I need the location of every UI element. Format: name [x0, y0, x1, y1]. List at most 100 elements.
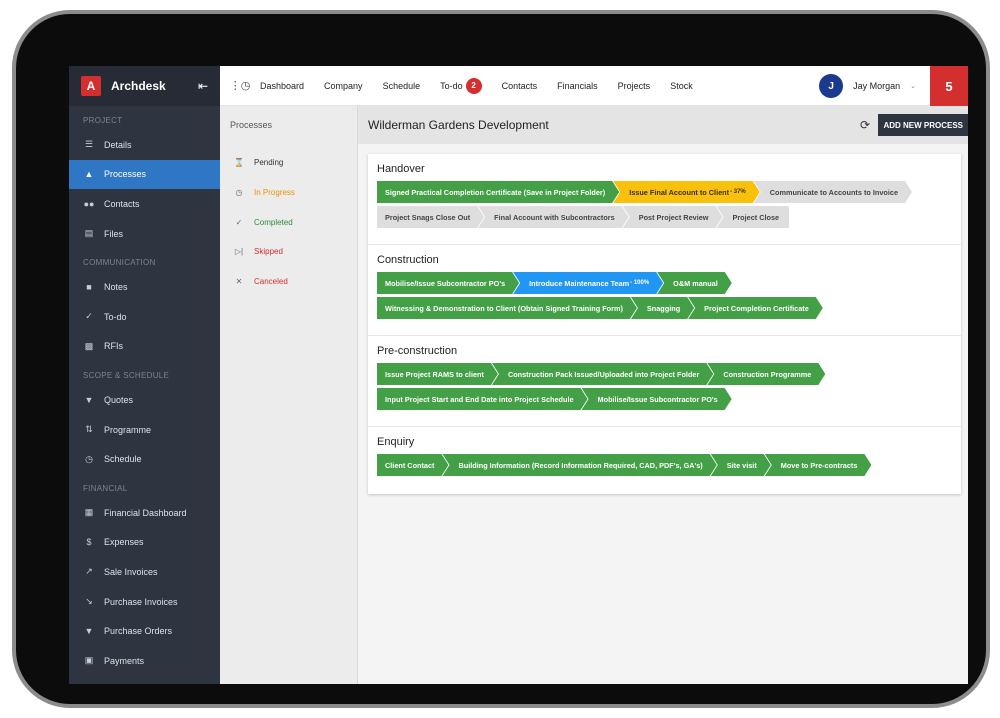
sidebar-item-label: Purchase Invoices: [104, 596, 178, 607]
sidebar-item-quotes[interactable]: ▼ Quotes: [69, 385, 220, 415]
sidebar-item-label: Contacts: [104, 198, 140, 209]
topnav-financials[interactable]: Financials: [557, 81, 598, 91]
process-step-label: Communicate to Accounts to Invoice: [769, 187, 899, 197]
sidebar-item-notes[interactable]: ■ Notes: [69, 272, 220, 302]
brand-name: Archdesk: [111, 79, 166, 93]
process-step[interactable]: Client Contact: [377, 454, 448, 476]
topnav-dashboard[interactable]: Dashboard: [260, 81, 304, 91]
stage-title: Pre-construction: [377, 345, 458, 357]
process-step[interactable]: Input Project Start and End Date into Pr…: [377, 388, 588, 410]
process-step[interactable]: Issue Project RAMS to client: [377, 363, 498, 385]
topnav-todo[interactable]: To-do 2: [440, 77, 482, 94]
process-step[interactable]: Final Account with Subcontractors: [478, 206, 629, 228]
sidebar-item-programme[interactable]: ⇅ Programme: [69, 415, 220, 445]
sidebar-item-files[interactable]: ▤ Files: [69, 219, 220, 249]
process-step[interactable]: Site visit: [711, 454, 771, 476]
process-step[interactable]: Project Snags Close Out: [377, 206, 484, 228]
process-stage: Construction Mobilise/Issue Subcontractor…: [368, 245, 961, 336]
filter-canceled[interactable]: ✕ Canceled: [220, 267, 357, 297]
sidebar-item-financial-dashboard[interactable]: ▦ Financial Dashboard: [69, 498, 220, 528]
page-title: Wilderman Gardens Development: [368, 118, 549, 132]
refresh-icon[interactable]: ⟳: [860, 118, 870, 132]
check-icon: ✓: [85, 311, 93, 322]
stage-title: Construction: [377, 254, 439, 266]
process-step[interactable]: Post Project Review: [623, 206, 723, 228]
process-stage: Pre-construction Issue Project RAMS to cl…: [368, 336, 961, 427]
avatar: J: [819, 74, 844, 98]
sidebar-item-label: Details: [104, 139, 132, 150]
money-icon: ▣: [84, 655, 94, 666]
device-frame: A Archdesk ⇤ PROJECT ☰ Details ▲ Process…: [12, 10, 990, 708]
process-step-row: Client Contact Building Information (Reco…: [377, 454, 952, 476]
main-area: ⋮◷ Dashboard Company Schedule To-do 2 Co…: [220, 66, 968, 684]
process-step-label: Mobilise/Issue Subcontractor PO's: [385, 278, 506, 288]
add-new-process-button[interactable]: ADD NEW PROCESS: [878, 114, 968, 136]
user-menu[interactable]: J Jay Morgan ⌄: [819, 74, 916, 98]
trending-down-icon: ↘: [85, 596, 93, 607]
process-step[interactable]: Project Completion Certificate: [688, 297, 823, 319]
skip-icon: ▷|: [234, 247, 244, 257]
sidebar-item-processes[interactable]: ▲ Processes: [69, 159, 220, 190]
process-step[interactable]: Mobilise/Issue Subcontractor PO's: [377, 272, 519, 294]
brand-bar: A Archdesk ⇤: [69, 66, 220, 106]
filter-label: Completed: [254, 217, 293, 227]
process-step[interactable]: Introduce Maintenance Team - 100%: [513, 272, 663, 294]
clock-icon: ◷: [85, 453, 93, 464]
sidebar-item-purchase-invoices[interactable]: ↘ Purchase Invoices: [69, 587, 220, 617]
sidebar-item-rfis[interactable]: ▩ RFIs: [69, 332, 220, 362]
process-step[interactable]: Signed Practical Completion Certificate …: [377, 181, 619, 203]
process-step[interactable]: Mobilise/Issue Subcontractor PO's: [582, 388, 732, 410]
top-navigation: ⋮◷ Dashboard Company Schedule To-do 2 Co…: [220, 66, 968, 106]
history-icon[interactable]: ⋮◷: [220, 79, 260, 92]
process-step[interactable]: Communicate to Accounts to Invoice: [754, 181, 912, 203]
topnav-stock[interactable]: Stock: [670, 81, 693, 91]
sidebar-item-details[interactable]: ☰ Details: [69, 130, 220, 160]
sidebar-item-label: Financial Dashboard: [104, 507, 187, 518]
user-name: Jay Morgan: [853, 81, 901, 91]
gantt-icon: ⇅: [85, 424, 93, 435]
process-step-label: Final Account with Subcontractors: [494, 212, 615, 222]
sidebar-item-label: RFIs: [104, 341, 123, 352]
hierarchy-icon: ▲: [84, 169, 94, 180]
topnav-schedule[interactable]: Schedule: [383, 81, 421, 91]
app-screen: A Archdesk ⇤ PROJECT ☰ Details ▲ Process…: [69, 66, 968, 684]
section-label-project: PROJECT: [83, 116, 123, 125]
people-icon: ●●: [83, 198, 95, 209]
sidebar-item-purchase-orders[interactable]: ▼ Purchase Orders: [69, 616, 220, 646]
process-detail: Wilderman Gardens Development ⟳ ADD NEW …: [358, 106, 968, 684]
filter-pending[interactable]: ⌛ Pending: [220, 148, 357, 178]
sidebar-item-contacts[interactable]: ●● Contacts: [69, 189, 220, 219]
sidebar-item-expenses[interactable]: $ Expenses: [69, 528, 220, 558]
list-icon: ☰: [84, 139, 94, 150]
filter-in-progress[interactable]: ◷ In Progress: [220, 178, 357, 208]
process-step[interactable]: Project Close: [716, 206, 790, 228]
sidebar-item-label: Processes: [104, 169, 147, 180]
sidebar-item-payments[interactable]: ▣ Payments: [69, 646, 220, 676]
process-step-label: Post Project Review: [638, 212, 709, 222]
topnav-projects[interactable]: Projects: [618, 81, 651, 91]
topnav-company[interactable]: Company: [324, 81, 363, 91]
process-step[interactable]: Construction Pack Issued/Uploaded into P…: [492, 363, 713, 385]
collapse-sidebar-icon[interactable]: ⇤: [198, 79, 208, 93]
process-step[interactable]: Snagging: [631, 297, 694, 319]
filter-completed[interactable]: ✓ Completed: [220, 207, 357, 237]
sidebar-item-label: Sale Invoices: [104, 566, 158, 577]
detail-header: Wilderman Gardens Development ⟳ ADD NEW …: [358, 106, 968, 144]
sidebar-item-sale-invoices[interactable]: ↗ Sale Invoices: [69, 557, 220, 587]
process-step-row: Input Project Start and End Date into Pr…: [377, 388, 952, 410]
chat-icon: ▩: [84, 340, 94, 351]
filter-skipped[interactable]: ▷| Skipped: [220, 237, 357, 267]
stage-title: Handover: [377, 163, 425, 175]
process-step[interactable]: O&M manual: [657, 272, 732, 294]
process-step[interactable]: Issue Final Account to Client - 37%: [613, 181, 760, 203]
process-step[interactable]: Building Information (Record Information…: [442, 454, 716, 476]
topnav-contacts[interactable]: Contacts: [502, 81, 538, 91]
notifications-button[interactable]: 5: [930, 66, 968, 106]
brand-logo[interactable]: A: [81, 76, 101, 96]
process-step-label: Construction Pack Issued/Uploaded into P…: [507, 369, 700, 379]
sidebar-item-todo[interactable]: ✓ To-do: [69, 302, 220, 332]
process-step[interactable]: Move to Pre-contracts: [765, 454, 872, 476]
sidebar-item-schedule[interactable]: ◷ Schedule: [69, 444, 220, 474]
process-step[interactable]: Construction Programme: [707, 363, 825, 385]
process-step[interactable]: Witnessing & Demonstration to Client (Ob…: [377, 297, 637, 319]
